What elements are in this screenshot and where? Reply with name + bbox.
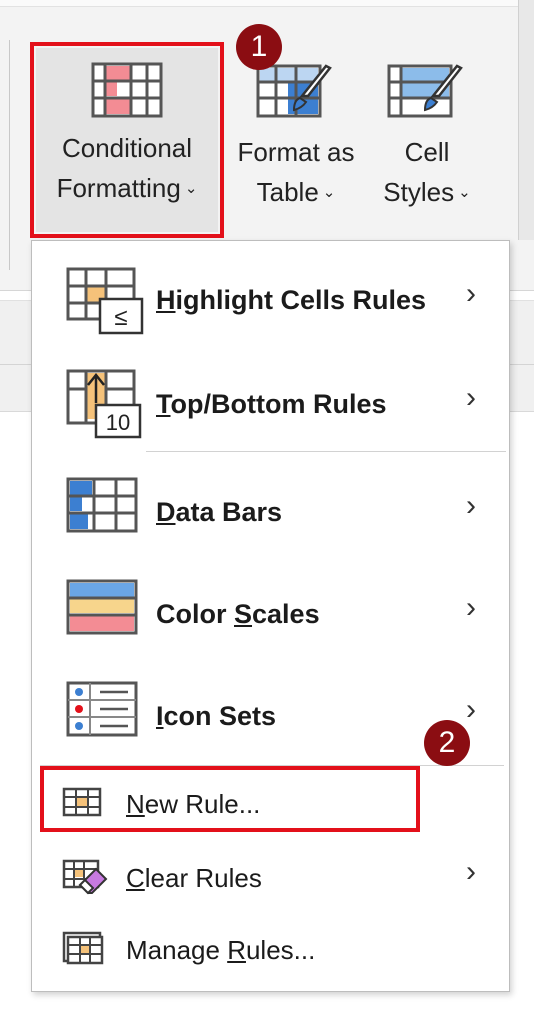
ribbon-top-strip <box>0 0 534 7</box>
menu-item-top-bottom-rules[interactable]: 10 Top/Bottom Rules › <box>32 369 509 449</box>
svg-text:≤: ≤ <box>114 304 127 331</box>
cell-styles-label-1: Cell <box>404 137 450 167</box>
chevron-right-icon: › <box>466 277 476 310</box>
label-pre: Manage <box>126 935 228 965</box>
chevron-right-icon: › <box>466 855 476 888</box>
ribbon-scroll-edge[interactable] <box>518 0 534 240</box>
chevron-right-icon: › <box>466 693 476 726</box>
label-post: ata Bars <box>175 497 283 527</box>
color-scales-icon <box>66 579 138 635</box>
label-accelerator: D <box>156 497 176 527</box>
data-bars-icon <box>66 477 138 533</box>
label-post: lear Rules <box>144 863 262 893</box>
menu-item-label: Top/Bottom Rules <box>156 389 387 420</box>
menu-item-label: Manage Rules... <box>126 935 315 966</box>
step2-highlight-box <box>40 766 420 832</box>
chevron-right-icon: › <box>466 381 476 414</box>
label-accelerator: T <box>156 389 171 419</box>
step2-badge: 2 <box>424 720 470 766</box>
chevron-down-icon: ⌄ <box>322 184 336 201</box>
cell-styles-button[interactable]: Cell Styles ⌄ <box>372 48 482 232</box>
format-as-table-label-1: Format as <box>237 137 355 167</box>
label-accelerator: R <box>227 935 246 965</box>
cell-styles-label-2-text: Styles <box>383 177 455 207</box>
label-post: op/Bottom Rules <box>170 389 387 419</box>
cell-styles-label-2: Styles ⌄ <box>372 172 482 213</box>
top-bottom-icon: 10 <box>66 369 142 439</box>
menu-item-data-bars[interactable]: Data Bars › <box>32 477 509 557</box>
label-post: con Sets <box>163 701 277 731</box>
icon-sets-icon <box>66 681 138 737</box>
chevron-down-icon: ⌄ <box>458 184 471 201</box>
label-post: cales <box>252 599 320 629</box>
label-post: ules... <box>245 935 316 965</box>
menu-item-label: Color Scales <box>156 599 320 630</box>
chevron-right-icon: › <box>466 489 476 522</box>
cell-styles-icon <box>387 64 463 118</box>
label-post: ighlight Cells Rules <box>175 285 427 315</box>
menu-item-manage-rules[interactable]: Manage Rules... <box>32 927 509 983</box>
menu-item-highlight-cells-rules[interactable]: ≤ Highlight Cells Rules › <box>32 267 509 347</box>
format-as-table-button[interactable]: Format as Table ⌄ <box>226 48 366 232</box>
step1-highlight-box <box>30 42 224 238</box>
format-as-table-icon <box>256 64 332 118</box>
format-as-table-label-2-text: Table <box>256 177 319 207</box>
conditional-formatting-menu: ≤ Highlight Cells Rules › 10 Top/Bottom … <box>31 240 510 992</box>
label-pre: Color <box>156 599 234 629</box>
manage-rules-icon <box>62 931 104 965</box>
menu-item-color-scales[interactable]: Color Scales › <box>32 579 509 659</box>
step1-badge: 1 <box>236 24 282 70</box>
clear-rules-icon <box>62 859 108 895</box>
label-accelerator: H <box>156 285 176 315</box>
label-accelerator: S <box>234 599 253 629</box>
menu-item-label: Clear Rules <box>126 863 262 894</box>
menu-item-label: Highlight Cells Rules <box>156 285 426 316</box>
menu-item-label: Data Bars <box>156 497 282 528</box>
menu-item-clear-rules[interactable]: Clear Rules › <box>32 855 509 911</box>
menu-item-label: Icon Sets <box>156 701 276 732</box>
chevron-right-icon: › <box>466 591 476 624</box>
format-as-table-label-2: Table ⌄ <box>226 172 366 213</box>
top-bottom-icon-number: 10 <box>106 410 130 435</box>
highlight-cells-icon: ≤ <box>66 267 144 335</box>
label-accelerator: C <box>126 863 145 893</box>
ribbon-group-separator <box>9 40 10 270</box>
menu-divider <box>146 451 506 452</box>
label-accelerator: I <box>156 701 164 731</box>
